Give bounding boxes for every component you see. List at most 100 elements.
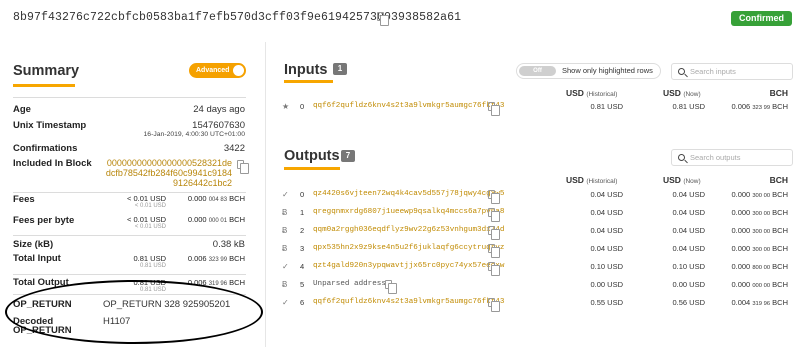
row-index: 0 bbox=[300, 190, 305, 199]
star-icon: ★ bbox=[282, 102, 290, 111]
inputs-col-usd-now: USD (Now) bbox=[663, 88, 701, 98]
copy-icon[interactable] bbox=[377, 12, 389, 26]
bch-main: 0.000 bbox=[731, 244, 751, 253]
confirmations-value: 3422 bbox=[223, 143, 245, 154]
bch-unit: BCH bbox=[772, 244, 788, 253]
bch-unit: BCH bbox=[772, 298, 788, 307]
io-panel: Inputs 1 Off Show only highlighted rows … bbox=[267, 42, 800, 347]
summary-panel: Summary Advanced Age 24 days ago Unix Ti… bbox=[0, 42, 266, 347]
usd-historical-value: 0.55 USD bbox=[590, 298, 623, 307]
fees-bch: 0.000 004 83 BCH bbox=[188, 194, 245, 203]
block-hash-link[interactable]: 00000000000000000528321de dcfb78542fb284… bbox=[103, 158, 232, 188]
usd-now-value: 0.00 USD bbox=[672, 280, 705, 289]
address-link[interactable]: qqf6f2qufldz6knv4s2t3a9lvmkgr5aumgc76fkt… bbox=[313, 298, 504, 306]
confirmations-label: Confirmations bbox=[13, 143, 78, 154]
search-icon bbox=[678, 68, 685, 75]
col-header: USD bbox=[663, 175, 681, 185]
col-header: USD bbox=[663, 88, 681, 98]
bch-value: 0.000 300 00 BCH bbox=[731, 208, 788, 217]
outputs-title: Outputs bbox=[284, 148, 340, 164]
usd-historical-value: 0.00 USD bbox=[590, 280, 623, 289]
divider bbox=[13, 192, 246, 193]
address-link[interactable]: qregqnmxrdg6807j1ueewp9qsalkq4mccs6a7pv6… bbox=[313, 208, 504, 216]
search-inputs-placeholder: Search inputs bbox=[690, 67, 736, 76]
usd-historical-value: 0.10 USD bbox=[590, 262, 623, 271]
row-index: 2 bbox=[300, 226, 305, 235]
output-row[interactable]: Ƀ 1 qregqnmxrdg6807j1ueewp9qsalkq4mccs6a… bbox=[267, 205, 800, 223]
usd-now-value: 0.04 USD bbox=[672, 208, 705, 217]
output-row[interactable]: Ƀ 3 qpx535hn2x9z9kse4n5u2f6juklaqfg6ccyt… bbox=[267, 241, 800, 259]
usd-historical-value: 0.04 USD bbox=[590, 226, 623, 235]
bch-main: 0.000 bbox=[731, 226, 751, 235]
output-row[interactable]: Ƀ 5 Unparsed address 0.00 USD 0.00 USD 0… bbox=[267, 277, 800, 295]
output-row[interactable]: ✓ 6 qqf6f2qufldz6knv4s2t3a9lvmkgr5aumgc7… bbox=[267, 295, 800, 313]
bch-small: 319 96 bbox=[752, 301, 771, 307]
block-hash-line: dcfb78542fb284f60c9941c9184 bbox=[105, 168, 232, 178]
copy-icon[interactable] bbox=[385, 280, 397, 294]
bch-value: 0.000 300 00 BCH bbox=[731, 244, 788, 253]
outputs-col-usd-historical: USD (Historical) bbox=[566, 175, 617, 185]
col-subheader: (Now) bbox=[683, 178, 701, 185]
output-row[interactable]: ✓ 0 qz4420s6vjteen72wq4k4cav5d557j78jqwy… bbox=[267, 187, 800, 205]
check-icon: ✓ bbox=[282, 262, 289, 271]
output-row[interactable]: ✓ 4 qzt4gald920n3ypqwavtjjx65rc0pyc74yx5… bbox=[267, 259, 800, 277]
address-link[interactable]: qzt4gald920n3ypqwavtjjx65rc0pyc74yx57eec… bbox=[313, 262, 504, 270]
usd-historical-value: 0.04 USD bbox=[590, 244, 623, 253]
bch-main: 0.000 bbox=[731, 190, 751, 199]
summary-underline bbox=[13, 84, 75, 87]
copy-icon[interactable] bbox=[488, 102, 500, 116]
address-link[interactable]: qqm0a2rggh036eqdflyz9wv22g6z53vnhgum3dx7… bbox=[313, 226, 504, 234]
block-hash-line: 00000000000000000528321de bbox=[106, 158, 232, 168]
search-inputs-field[interactable]: Search inputs bbox=[671, 63, 793, 80]
fees-per-byte-bch: 0.000 000 01 BCH bbox=[188, 215, 245, 224]
output-row[interactable]: Ƀ 2 qqm0a2rggh036eqdflyz9wv22g6z53vnhgum… bbox=[267, 223, 800, 241]
copy-icon[interactable] bbox=[488, 244, 500, 258]
usd-historical-value: 0.81 USD bbox=[590, 102, 623, 111]
bch-unit: BCH bbox=[772, 226, 788, 235]
usd-now-value: 0.04 USD bbox=[672, 190, 705, 199]
row-index: 4 bbox=[300, 262, 305, 271]
copy-icon[interactable] bbox=[237, 160, 249, 174]
bch-main: 0.000 bbox=[731, 262, 751, 271]
copy-icon[interactable] bbox=[488, 262, 500, 276]
copy-icon[interactable] bbox=[488, 208, 500, 222]
bch-value: 0.004 319 96 BCH bbox=[731, 298, 788, 307]
search-outputs-placeholder: Search outputs bbox=[690, 153, 741, 162]
address-link[interactable]: qz4420s6vjteen72wq4k4cav5d557j78jqwy4cgx… bbox=[313, 190, 504, 198]
bitcoin-icon: Ƀ bbox=[282, 208, 288, 217]
included-in-block-label: Included In Block bbox=[13, 158, 92, 169]
summary-title: Summary bbox=[13, 63, 80, 79]
size-label: Size (kB) bbox=[13, 239, 54, 250]
divider bbox=[13, 274, 246, 275]
fees-usd-historical: < 0.01 USD bbox=[134, 203, 166, 209]
usd-now-value: 0.56 USD bbox=[672, 298, 705, 307]
fees-per-byte-bch-unit: BCH bbox=[229, 215, 245, 224]
advanced-toggle[interactable]: Advanced bbox=[189, 63, 246, 78]
total-output-bch-unit: BCH bbox=[229, 278, 245, 287]
search-outputs-field[interactable]: Search outputs bbox=[671, 149, 793, 166]
toggle-knob bbox=[233, 65, 244, 76]
col-header: USD bbox=[566, 175, 584, 185]
address-link[interactable]: qpx535hn2x9z9kse4n5u2f6juklaqfg6ccytruqr… bbox=[313, 244, 504, 252]
address-link[interactable]: qqf6f2qufldz6knv4s2t3a9lvmkgr5aumgc76fkt… bbox=[313, 102, 504, 110]
age-label: Age bbox=[13, 104, 31, 115]
copy-icon[interactable] bbox=[488, 190, 500, 204]
inputs-col-bch: BCH bbox=[769, 88, 788, 98]
copy-icon[interactable] bbox=[488, 226, 500, 240]
bch-value: 0.000 300 00 BCH bbox=[731, 190, 788, 199]
bitcoin-icon: Ƀ bbox=[282, 226, 288, 235]
highlight-toggle[interactable]: Off Show only highlighted rows bbox=[516, 63, 661, 79]
usd-now-value: 0.04 USD bbox=[672, 244, 705, 253]
row-index: 5 bbox=[300, 280, 305, 289]
transaction-hash[interactable]: 8b97f43276c722cbfcb0583ba1f7efb570d3cff0… bbox=[13, 11, 461, 24]
input-row[interactable]: ★ 0 qqf6f2qufldz6knv4s2t3a9lvmkgr5aumgc7… bbox=[267, 99, 800, 117]
highlight-toggle-label: Show only highlighted rows bbox=[562, 66, 653, 75]
bch-small: 800 00 bbox=[752, 265, 771, 271]
total-input-bch-main: 0.006 bbox=[187, 254, 207, 263]
total-input-usd-historical: 0.81 USD bbox=[139, 263, 166, 269]
size-value: 0.38 kB bbox=[212, 239, 245, 250]
bch-unit: BCH bbox=[772, 208, 788, 217]
copy-icon[interactable] bbox=[488, 298, 500, 312]
block-hash-line: 9126442c1bc2 bbox=[172, 178, 232, 188]
bch-main: 0.000 bbox=[731, 208, 751, 217]
